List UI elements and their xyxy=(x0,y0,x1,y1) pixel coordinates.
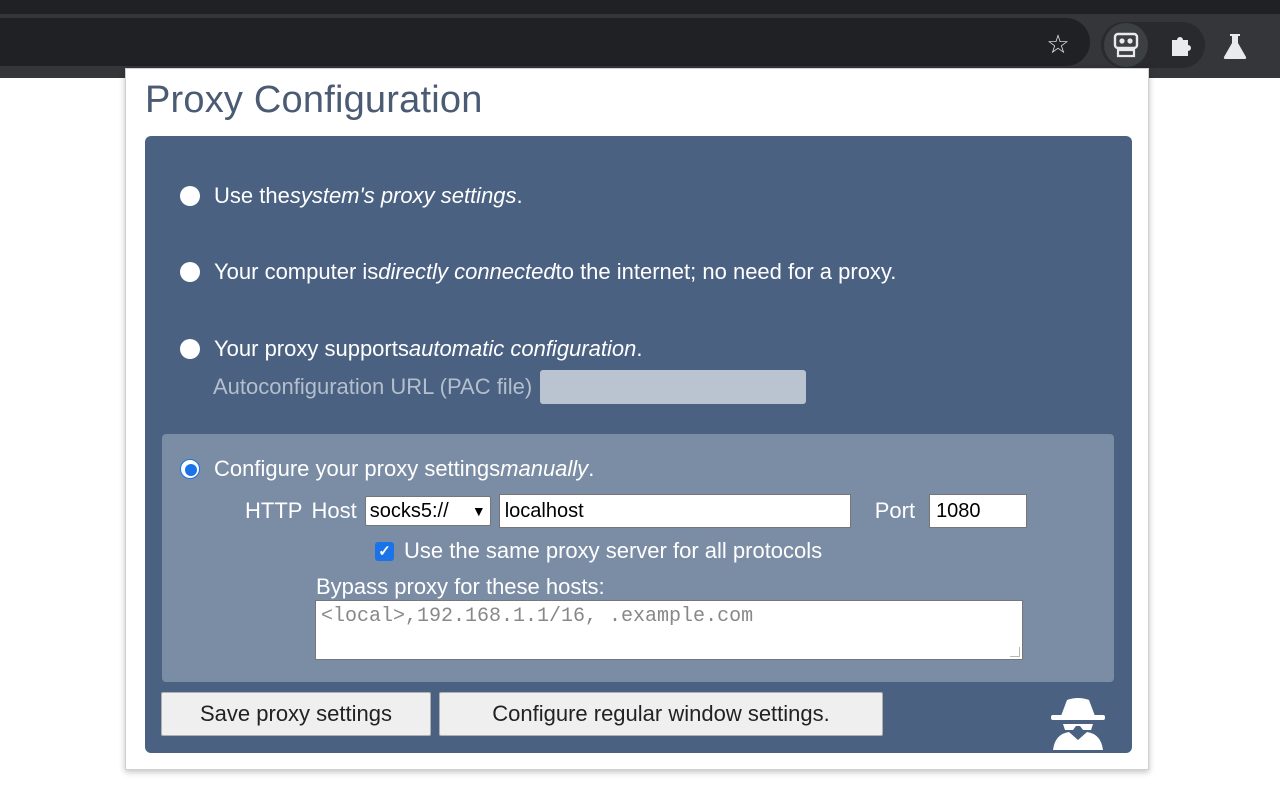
scheme-select[interactable]: socks5:// ▼ xyxy=(364,496,491,526)
option-system-suffix: . xyxy=(516,183,523,208)
bypass-placeholder: <local>,192.168.1.1/16, .example.com xyxy=(321,605,754,628)
option-direct-prefix: Your computer is xyxy=(214,259,379,284)
configure-regular-window-button[interactable]: Configure regular window settings. xyxy=(439,692,883,736)
option-direct-emphasis: directly connected xyxy=(378,259,556,284)
radio-auto[interactable] xyxy=(180,339,200,359)
pac-label: Autoconfiguration URL (PAC file) xyxy=(213,374,533,399)
address-bar[interactable] xyxy=(0,18,1090,66)
option-manual-suffix: . xyxy=(588,456,595,481)
pac-url-input[interactable] xyxy=(540,370,807,404)
option-auto-emphasis: automatic configuration xyxy=(408,336,637,361)
page-title: Proxy Configuration xyxy=(145,79,483,121)
port-label: Port xyxy=(874,498,916,523)
same-proxy-checkbox[interactable]: ✓ xyxy=(375,541,394,561)
option-auto-prefix: Your proxy supports xyxy=(214,336,409,361)
host-label: Host xyxy=(311,498,357,523)
option-direct-suffix: to the internet; no need for a proxy. xyxy=(555,259,897,284)
resize-grip-icon[interactable] xyxy=(1010,647,1020,657)
incognito-spy-icon xyxy=(1047,696,1109,750)
option-manual[interactable]: Configure your proxy settings manually. xyxy=(180,456,594,482)
star-icon[interactable]: ☆ xyxy=(1042,30,1074,58)
option-system[interactable]: Use the system's proxy settings. xyxy=(180,183,523,209)
host-input[interactable]: localhost xyxy=(498,494,851,528)
flask-icon[interactable] xyxy=(1213,24,1257,68)
pac-row: Autoconfiguration URL (PAC file) xyxy=(213,370,807,404)
option-system-prefix: Use the xyxy=(214,183,290,208)
extensions-group xyxy=(1101,22,1205,68)
proxy-extension-icon[interactable] xyxy=(1104,23,1148,67)
http-host-row: HTTP Host socks5:// ▼ localhost Port 108… xyxy=(245,494,1028,528)
port-input[interactable]: 1080 xyxy=(929,494,1028,528)
settings-panel: Use the system's proxy settings. Your co… xyxy=(145,136,1132,753)
chevron-down-icon: ▼ xyxy=(471,503,486,519)
browser-tab-strip xyxy=(0,0,1280,14)
option-manual-prefix: Configure your proxy settings xyxy=(214,456,501,481)
same-proxy-label: Use the same proxy server for all protoc… xyxy=(404,538,823,563)
manual-config-box: Configure your proxy settings manually. … xyxy=(162,434,1114,682)
same-proxy-row[interactable]: ✓ Use the same proxy server for all prot… xyxy=(375,538,822,564)
save-proxy-settings-button[interactable]: Save proxy settings xyxy=(161,692,431,736)
option-auto[interactable]: Your proxy supports automatic configurat… xyxy=(180,336,642,362)
bypass-label: Bypass proxy for these hosts: xyxy=(316,574,605,599)
option-system-emphasis: system's proxy settings xyxy=(289,183,517,208)
http-label: HTTP xyxy=(245,498,303,523)
puzzle-icon[interactable] xyxy=(1159,23,1203,67)
proxy-popup: Proxy Configuration Use the system's pro… xyxy=(125,68,1149,770)
radio-system[interactable] xyxy=(180,186,200,206)
option-auto-suffix: . xyxy=(636,336,643,361)
radio-direct[interactable] xyxy=(180,262,200,282)
scheme-selected-value: socks5:// xyxy=(369,499,449,522)
radio-manual[interactable] xyxy=(180,459,200,479)
option-manual-emphasis: manually xyxy=(500,456,589,481)
bypass-textarea[interactable]: <local>,192.168.1.1/16, .example.com xyxy=(315,600,1023,660)
option-direct[interactable]: Your computer is directly connected to t… xyxy=(180,259,896,285)
